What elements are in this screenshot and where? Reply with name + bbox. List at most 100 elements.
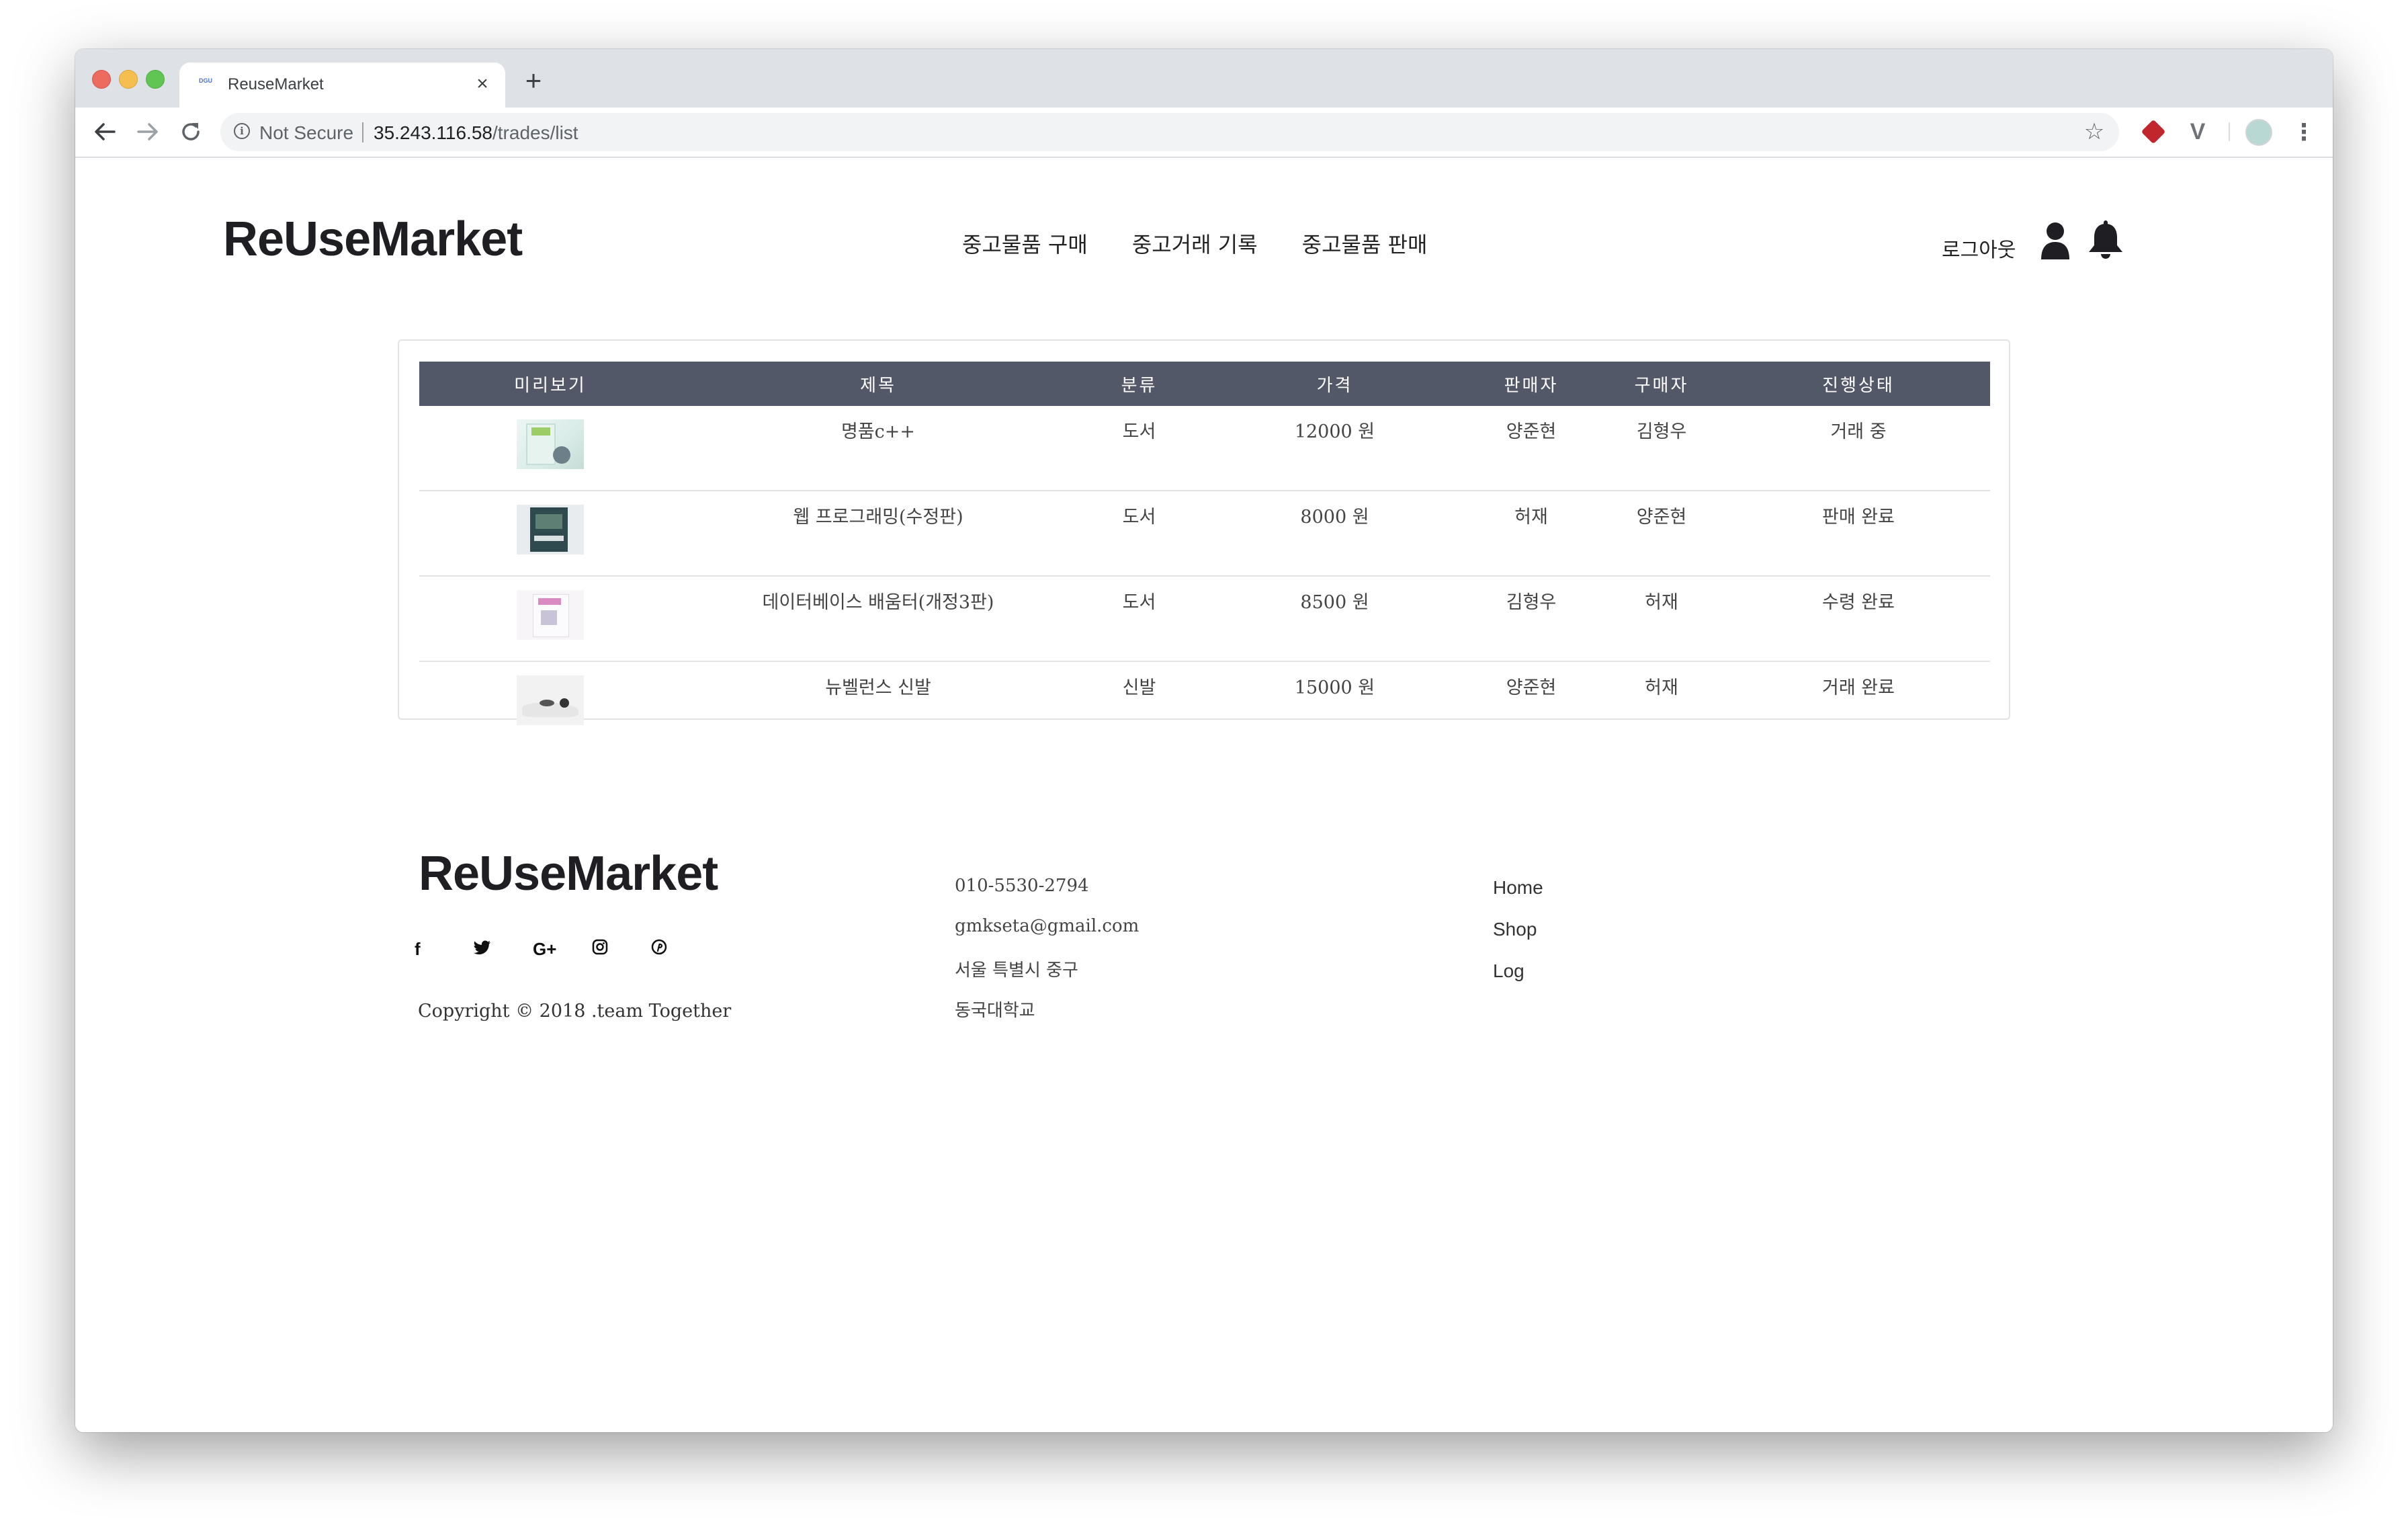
nav-buy[interactable]: 중고물품 구매 bbox=[962, 228, 1088, 259]
price-cell: 15000 원 bbox=[1294, 677, 1375, 698]
trades-table-card: 미리보기 제목 분류 가격 판매자 구매자 진행상태 명품c++ 도서 1200… bbox=[398, 339, 2010, 725]
facebook-icon[interactable]: f bbox=[415, 939, 474, 960]
price-cell: 8500 원 bbox=[1203, 576, 1466, 662]
footer-link-log[interactable]: Log bbox=[1493, 960, 1543, 1002]
browser-tab[interactable]: DGU ReuseMarket × bbox=[179, 63, 505, 108]
product-thumbnail[interactable] bbox=[517, 419, 584, 469]
buyer-cell: 허재 bbox=[1645, 677, 1678, 698]
preview-cell bbox=[419, 406, 681, 491]
table-header-row: 미리보기 제목 분류 가격 판매자 구매자 진행상태 bbox=[419, 362, 1990, 406]
column-header: 진행상태 bbox=[1727, 362, 1990, 406]
title-cell[interactable]: 뉴벨런스 신발 bbox=[681, 661, 1075, 746]
product-thumbnail[interactable] bbox=[517, 675, 584, 725]
footer-logo: ReUseMarket bbox=[419, 847, 718, 901]
arrow-left-icon bbox=[95, 123, 116, 140]
reload-icon bbox=[182, 123, 200, 140]
minimize-window-button[interactable] bbox=[119, 70, 138, 89]
contact-school: 동국대학교 bbox=[955, 1001, 1035, 1021]
address-bar[interactable]: i Not Secure 35.243.116.58/trades/list ☆ bbox=[220, 113, 2119, 151]
footer-link-shop[interactable]: Shop bbox=[1493, 919, 1543, 960]
column-header: 구매자 bbox=[1596, 362, 1727, 406]
product-thumbnail[interactable] bbox=[517, 590, 584, 640]
kebab-menu-icon[interactable]: ⋮ bbox=[2292, 119, 2315, 146]
main-nav: 중고물품 구매 중고거래 기록 중고물품 판매 bbox=[962, 228, 1427, 259]
close-window-button[interactable] bbox=[92, 70, 111, 89]
back-button[interactable] bbox=[89, 116, 121, 148]
preview-cell bbox=[419, 661, 681, 746]
column-header: 분류 bbox=[1075, 362, 1203, 406]
seller-cell: 양준현 bbox=[1506, 677, 1557, 698]
site-logo[interactable]: ReUseMarket bbox=[223, 212, 523, 267]
browser-toolbar: i Not Secure 35.243.116.58/trades/list ☆… bbox=[75, 108, 2333, 158]
contact-email: gmkseta@gmail.com bbox=[955, 916, 1140, 936]
url-path: /trades/list bbox=[492, 122, 578, 143]
forward-button[interactable] bbox=[132, 116, 164, 148]
nav-sell[interactable]: 중고물품 판매 bbox=[1302, 228, 1428, 259]
footer-link-home[interactable]: Home bbox=[1493, 877, 1543, 919]
contact-info: 010-5530-2794 gmkseta@gmail.com 서울 특별시 중… bbox=[955, 876, 1139, 1037]
footer-links: Home Shop Log bbox=[1493, 877, 1543, 1002]
browser-window: DGU ReuseMarket × + i Not Secure 35.243.… bbox=[75, 49, 2333, 1432]
bookmark-star-icon[interactable]: ☆ bbox=[2081, 119, 2107, 144]
user-icon[interactable] bbox=[2040, 222, 2071, 259]
profile-avatar[interactable] bbox=[2245, 119, 2272, 146]
twitter-icon[interactable] bbox=[474, 939, 533, 960]
security-label: Not Secure bbox=[259, 122, 354, 143]
table-row[interactable]: 뉴벨런스 신발 신발 15000 원 양준현 허재 거래 완료 bbox=[419, 661, 1990, 746]
web-page: ReUseMarket 중고물품 구매 중고거래 기록 중고물품 판매 로그아웃 bbox=[75, 158, 2333, 1432]
seller-cell: 양준현 bbox=[1466, 406, 1596, 491]
new-tab-button[interactable]: + bbox=[520, 67, 547, 95]
seller-cell: 김형우 bbox=[1466, 576, 1596, 662]
category-cell: 도서 bbox=[1075, 491, 1203, 577]
reload-button[interactable] bbox=[175, 116, 207, 148]
url-text[interactable]: 35.243.116.58/trades/list bbox=[374, 122, 578, 144]
status-cell: 수령 완료 bbox=[1727, 576, 1990, 662]
title-cell[interactable]: 데이터베이스 배움터(개정3판) bbox=[681, 576, 1075, 662]
title-cell[interactable]: 웹 프로그래밍(수정판) bbox=[681, 491, 1075, 577]
buyer-cell: 김형우 bbox=[1596, 406, 1727, 491]
nav-trade-log[interactable]: 중고거래 기록 bbox=[1132, 228, 1258, 259]
status-cell: 거래 중 bbox=[1727, 406, 1990, 491]
twitter-bird-icon bbox=[474, 940, 490, 955]
pinterest-icon[interactable] bbox=[651, 939, 710, 960]
google-plus-icon[interactable]: G+ bbox=[533, 939, 592, 960]
table-row[interactable]: 명품c++ 도서 12000 원 양준현 김형우 거래 중 bbox=[419, 406, 1990, 491]
category-cell: 도서 bbox=[1075, 576, 1203, 662]
ruby-extension-icon[interactable] bbox=[2141, 119, 2166, 144]
column-header: 판매자 bbox=[1466, 362, 1596, 406]
category-cell: 도서 bbox=[1075, 406, 1203, 491]
contact-address: 서울 특별시 중구 bbox=[955, 960, 1078, 981]
maximize-window-button[interactable] bbox=[146, 70, 165, 89]
table-row[interactable]: 웹 프로그래밍(수정판) 도서 8000 원 허재 양준현 판매 완료 bbox=[419, 491, 1990, 577]
toolbar-separator bbox=[2229, 122, 2230, 141]
tab-title: ReuseMarket bbox=[228, 75, 324, 93]
column-header: 제목 bbox=[681, 362, 1075, 406]
info-icon[interactable]: i bbox=[234, 123, 250, 139]
instagram-glyph-icon bbox=[592, 939, 608, 955]
instagram-icon[interactable] bbox=[592, 939, 651, 960]
price-cell: 12000 원 bbox=[1203, 406, 1466, 491]
tab-close-button[interactable]: × bbox=[472, 73, 493, 95]
arrow-right-icon bbox=[137, 123, 158, 140]
column-header: 미리보기 bbox=[419, 362, 681, 406]
category-cell: 신발 bbox=[1122, 677, 1156, 698]
copyright-text: Copyright © 2018 .team Together bbox=[418, 1001, 732, 1022]
column-header: 가격 bbox=[1203, 362, 1466, 406]
preview-cell bbox=[419, 576, 681, 662]
social-links: f G+ bbox=[415, 939, 710, 960]
product-thumbnail[interactable] bbox=[517, 505, 584, 554]
title-cell[interactable]: 명품c++ bbox=[681, 406, 1075, 491]
buyer-cell: 양준현 bbox=[1596, 491, 1727, 577]
trades-table: 미리보기 제목 분류 가격 판매자 구매자 진행상태 명품c++ 도서 1200… bbox=[419, 362, 1990, 746]
contact-phone: 010-5530-2794 bbox=[955, 876, 1089, 896]
preview-cell bbox=[419, 491, 681, 577]
price-cell: 8000 원 bbox=[1203, 491, 1466, 577]
bell-icon[interactable] bbox=[2087, 220, 2124, 260]
favicon-icon: DGU bbox=[199, 77, 212, 84]
url-host: 35.243.116.58 bbox=[374, 122, 492, 143]
seller-cell: 허재 bbox=[1466, 491, 1596, 577]
table-row[interactable]: 데이터베이스 배움터(개정3판) 도서 8500 원 김형우 허재 수령 완료 bbox=[419, 576, 1990, 662]
logout-link[interactable]: 로그아웃 bbox=[1942, 233, 2016, 263]
vue-extension-icon[interactable]: V bbox=[2185, 119, 2210, 144]
status-cell: 거래 완료 bbox=[1822, 677, 1895, 698]
